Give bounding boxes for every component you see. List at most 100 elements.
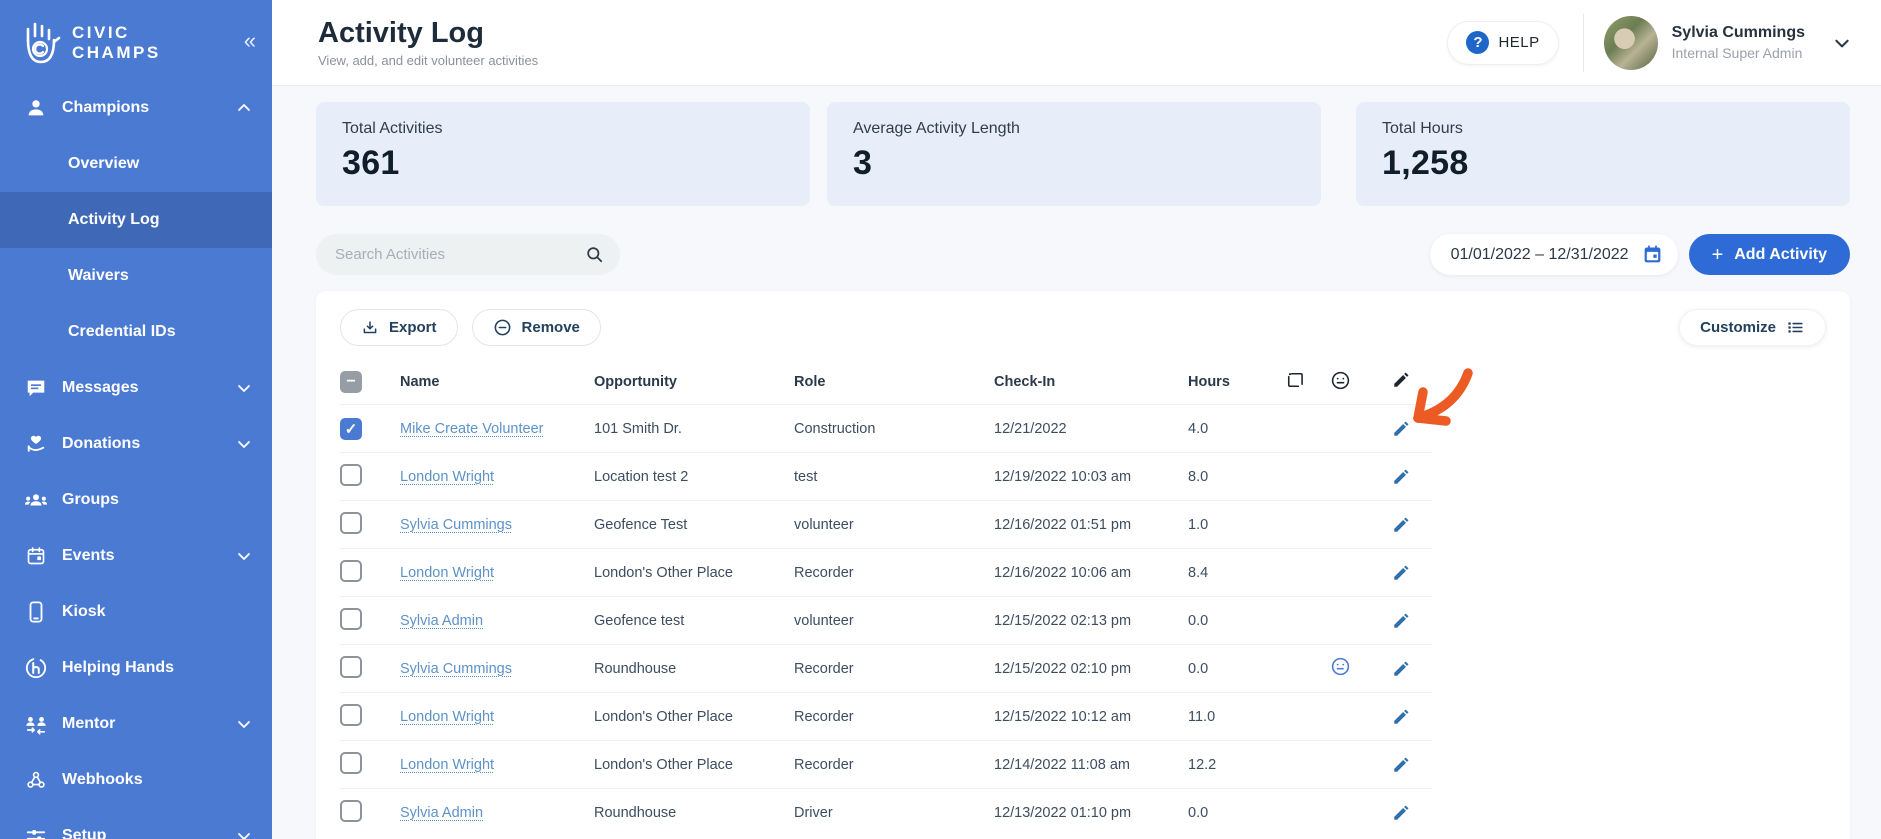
checkin-cell: 12/21/2022 [994,420,1067,437]
sidebar-item-credential-ids[interactable]: Credential IDs [0,304,272,360]
calendar-icon[interactable] [1642,244,1663,265]
header-divider [1582,13,1584,72]
user-role: Internal Super Admin [1671,45,1803,61]
chevron-down-icon [236,436,252,452]
edit-pencil-icon[interactable] [1392,420,1410,438]
volunteer-name-link[interactable]: Mike Create Volunteer [400,421,543,437]
user-menu[interactable]: Sylvia Cummings Internal Super Admin [1603,15,1859,70]
row-checkbox[interactable] [340,799,362,822]
table-row: London Wright London's Other Place Recor… [340,548,1432,596]
stat-label: Total Activities [342,120,443,137]
sidebar-collapse-button[interactable]: « [244,30,256,52]
sidebar-item-messages[interactable]: Messages [0,360,272,416]
avatar[interactable] [1603,15,1658,70]
edit-pencil-icon[interactable] [1392,468,1410,486]
edit-pencil-icon[interactable] [1392,660,1410,678]
sidebar-item-helping-hands[interactable]: Helping Hands [0,640,272,696]
sidebar: CIVIC CHAMPS « Champions Overview Activi… [0,0,272,839]
sidebar-item-label: Setup [62,827,107,839]
volunteer-name-link[interactable]: Sylvia Cummings [400,517,512,533]
sidebar-item-groups[interactable]: Groups [0,472,272,528]
sidebar-item-mentor[interactable]: Mentor [0,696,272,752]
chevron-down-icon[interactable] [1833,34,1851,52]
crop-icon [1285,370,1330,394]
table-row: London Wright London's Other Place Recor… [340,740,1432,788]
sidebar-item-label: Champions [62,99,150,116]
column-header-role[interactable]: Role [794,374,994,390]
opportunity-cell: 101 Smith Dr. [594,420,682,437]
hours-cell: 0.0 [1188,804,1209,821]
customize-label: Customize [1700,319,1776,336]
volunteer-name-link[interactable]: London Wright [400,757,494,773]
table-row: London Wright Location test 2 test 12/19… [340,452,1432,500]
table-row: Sylvia Admin Roundhouse Driver 12/13/202… [340,788,1432,836]
row-checkbox[interactable] [340,655,362,678]
edit-pencil-icon[interactable] [1392,516,1410,534]
activity-table-card: Export Remove Customize − Name Opportuni… [316,291,1850,839]
chevron-down-icon [236,716,252,732]
row-checkbox[interactable] [340,463,362,486]
volunteer-name-link[interactable]: London Wright [400,709,494,725]
column-header-name[interactable]: Name [400,374,594,390]
stat-value: 1,258 [1382,144,1469,182]
volunteer-name-link[interactable]: London Wright [400,469,494,485]
volunteer-name-link[interactable]: Sylvia Admin [400,805,483,821]
search-box [316,234,620,275]
customize-button[interactable]: Customize [1679,309,1826,346]
sidebar-item-donations[interactable]: Donations [0,416,272,472]
help-button[interactable]: ? HELP [1447,20,1559,65]
edit-pencil-icon[interactable] [1392,564,1410,582]
person-icon [24,96,48,120]
add-activity-button[interactable]: + Add Activity [1688,234,1850,275]
sidebar-item-label: Mentor [62,715,116,732]
sidebar-item-setup[interactable]: Setup [0,808,272,839]
search-icon[interactable] [585,245,604,264]
row-checkbox[interactable] [340,559,362,582]
search-input[interactable] [335,246,585,263]
hours-cell: 8.4 [1188,564,1209,581]
date-range-picker[interactable]: 01/01/2022 – 12/31/2022 [1429,234,1678,275]
column-header-checkin[interactable]: Check-In [994,374,1188,390]
sidebar-item-label: Events [62,547,115,564]
volunteer-name-link[interactable]: Sylvia Admin [400,613,483,629]
smiley-icon[interactable] [1330,656,1392,681]
sidebar-item-webhooks[interactable]: Webhooks [0,752,272,808]
sidebar-item-activity-log[interactable]: Activity Log [0,192,272,248]
sidebar-item-overview[interactable]: Overview [0,136,272,192]
sidebar-item-events[interactable]: Events [0,528,272,584]
select-all-checkbox[interactable] [340,371,362,393]
row-checkbox[interactable] [340,511,362,534]
role-cell: Recorder [794,660,854,677]
column-header-hours[interactable]: Hours [1188,374,1285,390]
volunteer-name-link[interactable]: Sylvia Cummings [400,661,512,677]
user-name: Sylvia Cummings [1671,24,1805,41]
help-label: HELP [1498,34,1540,51]
row-checkbox[interactable] [340,607,362,630]
checkin-cell: 12/16/2022 01:51 pm [994,516,1132,533]
add-activity-label: Add Activity [1734,245,1827,263]
edit-pencil-icon[interactable] [1392,756,1410,774]
chevron-down-icon [236,548,252,564]
sidebar-item-label: Messages [62,379,139,396]
volunteer-name-link[interactable]: London Wright [400,565,494,581]
sidebar-item-kiosk[interactable]: Kiosk [0,584,272,640]
edit-pencil-icon[interactable] [1392,708,1410,726]
row-checkbox[interactable] [340,751,362,774]
row-checkbox[interactable] [340,703,362,726]
remove-button[interactable]: Remove [471,309,601,346]
brand-name: CIVIC CHAMPS [72,23,161,62]
edit-pencil-icon[interactable] [1392,612,1410,630]
sidebar-item-champions[interactable]: Champions [0,80,272,136]
checkin-cell: 12/15/2022 02:10 pm [994,660,1132,677]
civic-champs-hand-icon [26,22,61,64]
row-checkbox[interactable] [340,417,362,440]
role-cell: Recorder [794,756,854,773]
column-header-opportunity[interactable]: Opportunity [594,374,794,390]
role-cell: Recorder [794,564,854,581]
sidebar-item-waivers[interactable]: Waivers [0,248,272,304]
edit-pencil-icon[interactable] [1392,804,1410,822]
stat-card-average-activity-length: Average Activity Length 3 [827,102,1321,206]
opportunity-cell: London's Other Place [594,708,733,725]
export-button[interactable]: Export [340,309,458,346]
groups-icon [24,488,48,512]
